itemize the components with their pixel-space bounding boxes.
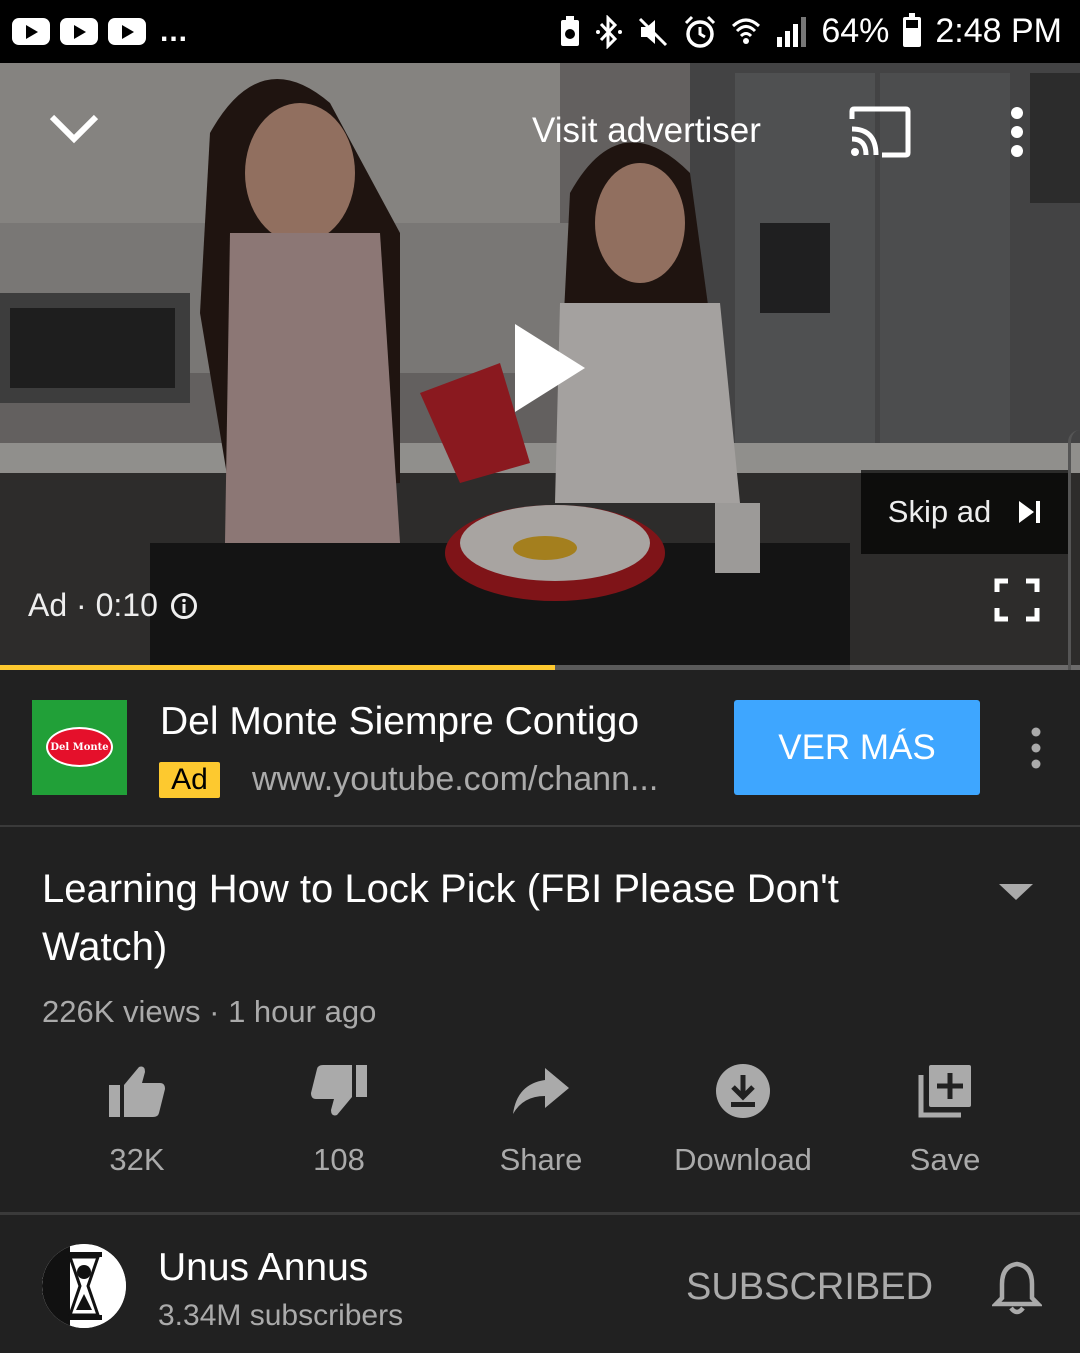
save-label: Save (909, 1142, 981, 1177)
subscribe-button[interactable]: SUBSCRIBED (686, 1266, 933, 1309)
like-count: 32K (109, 1142, 165, 1177)
notification-overflow: ... (160, 14, 189, 48)
download-button[interactable]: Download (642, 1058, 844, 1188)
dislike-button[interactable]: 108 (238, 1058, 440, 1188)
subscriber-count: 3.34M subscribers (158, 1299, 404, 1332)
minimize-button[interactable] (44, 103, 104, 153)
skip-next-icon (1019, 501, 1041, 523)
battery-icon (903, 12, 922, 47)
dislike-count: 108 (313, 1142, 365, 1177)
share-label: Share (499, 1142, 583, 1177)
advertiser-logo[interactable]: Del Monte (32, 700, 127, 795)
download-icon (716, 1064, 770, 1118)
bluetooth-icon (596, 14, 623, 49)
more-vert-icon (1011, 107, 1023, 157)
video-player[interactable]: Visit advertiser Skip ad Ad · 0:10 (0, 63, 1080, 670)
player-more-button[interactable] (1000, 105, 1034, 159)
cast-icon (849, 106, 911, 158)
ad-logo-text: Del Monte (50, 741, 109, 753)
ad-time-text: Ad · 0:10 (28, 587, 158, 623)
share-icon (513, 1068, 569, 1114)
play-icon (515, 324, 585, 412)
notification-bell-button[interactable] (990, 1260, 1044, 1316)
ad-more-button[interactable] (1024, 727, 1048, 769)
info-icon[interactable] (170, 592, 198, 620)
battery-saver-icon (561, 15, 580, 46)
video-title[interactable]: Learning How to Lock Pick (FBI Please Do… (42, 860, 922, 976)
triangle-down-icon (999, 884, 1033, 900)
action-bar: 32K 108 Share Download Save (36, 1058, 1046, 1188)
mute-icon (639, 17, 668, 46)
ad-badge: Ad (159, 762, 220, 798)
thumbs-down-icon (311, 1065, 367, 1116)
fullscreen-icon (994, 578, 1040, 622)
cast-button[interactable] (848, 105, 912, 159)
download-label: Download (674, 1142, 812, 1177)
play-button[interactable] (505, 318, 595, 418)
skip-ad-button[interactable]: Skip ad (861, 470, 1070, 554)
clock: 2:48 PM (935, 12, 1062, 50)
ad-title[interactable]: Del Monte Siempre Contigo (160, 700, 639, 744)
ad-url[interactable]: www.youtube.com/chann... (252, 760, 658, 799)
share-button[interactable]: Share (440, 1058, 642, 1188)
bell-icon (990, 1261, 1044, 1315)
visit-advertiser-link[interactable]: Visit advertiser (532, 111, 761, 151)
section-divider (0, 1212, 1080, 1215)
like-button[interactable]: 32K (36, 1058, 238, 1188)
video-meta: 226K views · 1 hour ago (42, 994, 377, 1029)
del-monte-logo-mark: Del Monte (46, 727, 113, 767)
status-bar: ... 64% 2:48 PM (0, 0, 1080, 63)
alarm-icon (685, 15, 716, 48)
save-button[interactable]: Save (844, 1058, 1046, 1188)
save-playlist-icon (918, 1065, 971, 1118)
signal-icon (777, 16, 807, 47)
thumbs-up-icon (109, 1066, 165, 1117)
system-status: 64% 2:48 PM (559, 12, 1062, 51)
wifi-icon (732, 18, 761, 44)
youtube-notification-icon (60, 18, 98, 45)
channel-avatar[interactable] (42, 1244, 126, 1328)
notification-icons: ... (12, 14, 189, 48)
hourglass-skull-logo (42, 1244, 126, 1328)
ad-cta-button[interactable]: VER MÁS (734, 700, 980, 795)
youtube-notification-icon (12, 18, 50, 45)
battery-percent: 64% (821, 12, 890, 50)
channel-name[interactable]: Unus Annus (158, 1246, 368, 1290)
more-vert-icon (1031, 727, 1041, 769)
expand-description-button[interactable] (995, 878, 1037, 906)
fullscreen-button[interactable] (994, 578, 1040, 622)
ad-timer: Ad · 0:10 (28, 587, 198, 624)
ad-banner[interactable]: Del Monte Del Monte Siempre Contigo Ad w… (0, 670, 1080, 827)
skip-ad-label: Skip ad (887, 494, 992, 529)
chevron-down-icon (49, 114, 99, 144)
youtube-notification-icon (108, 18, 146, 45)
